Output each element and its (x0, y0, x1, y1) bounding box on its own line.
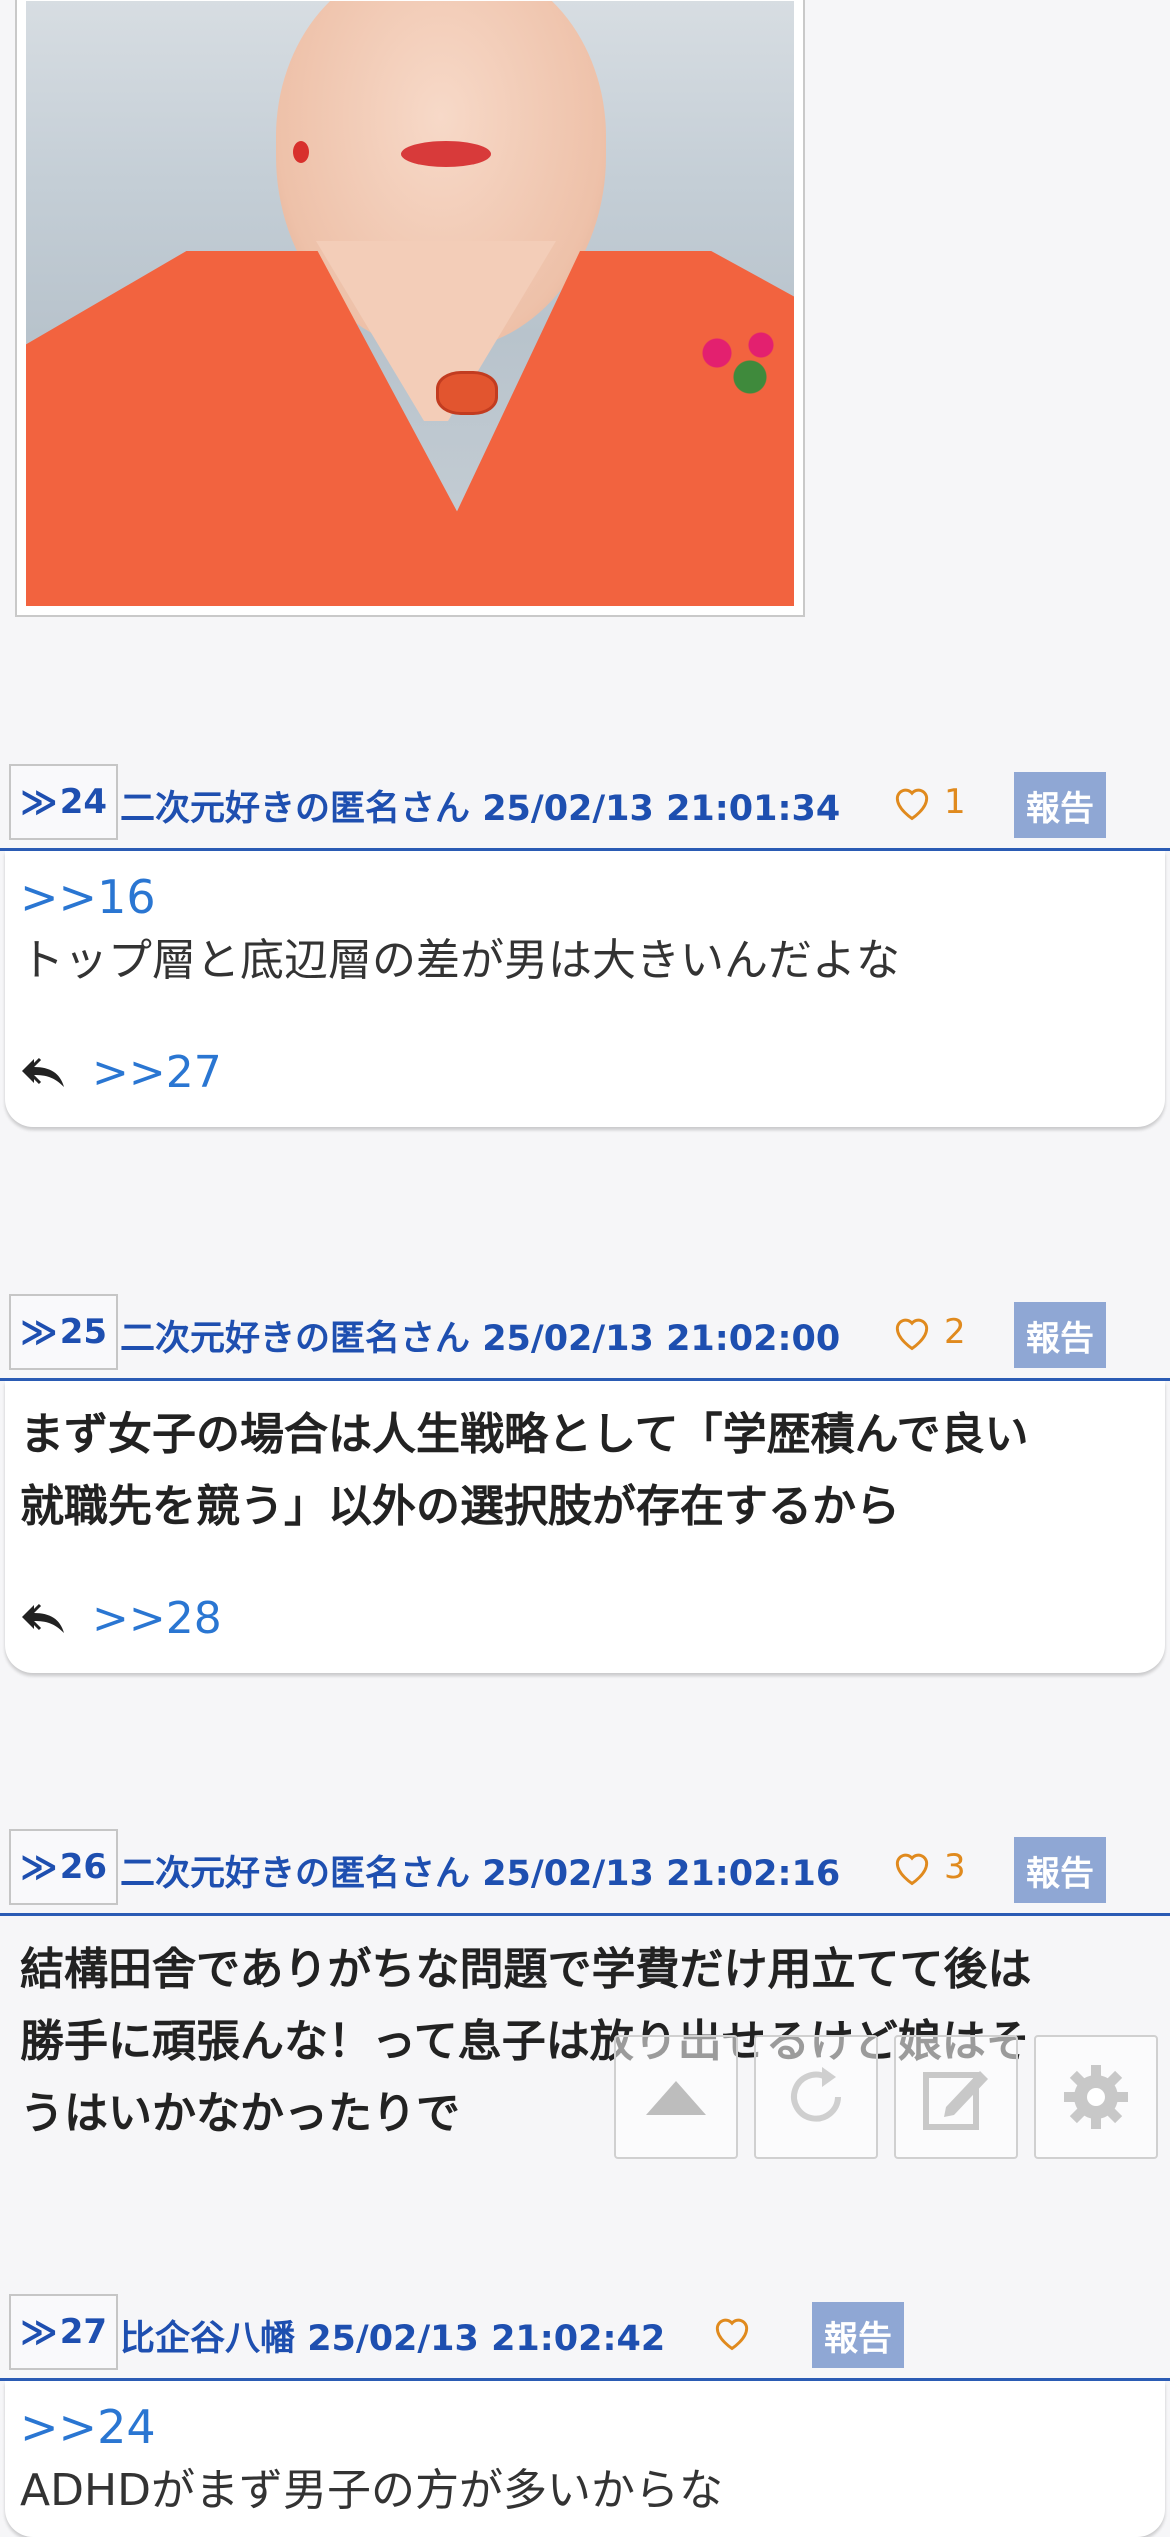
post-24: ≫ 24 二次元好きの匿名さん 25/02/13 21:01:34 1 報告 >… (0, 760, 1170, 1127)
post-text: ADHDがまず男子の方が多いからな (20, 2465, 723, 2516)
edit-icon (923, 2071, 988, 2130)
author-name: 二次元好きの匿名さん (120, 789, 471, 829)
post-timestamp: 25/02/13 21:01:34 (482, 789, 841, 829)
heart-icon (715, 2318, 749, 2351)
author-name: 比企谷八幡 (120, 2319, 296, 2359)
photo-flowers (684, 321, 794, 401)
like-button[interactable]: 3 (890, 1845, 966, 1889)
post-timestamp: 25/02/13 21:02:16 (482, 1854, 841, 1894)
post-author: 比企谷八幡 25/02/13 21:02:42 (120, 2310, 665, 2361)
post-author: 二次元好きの匿名さん 25/02/13 21:01:34 (120, 780, 840, 831)
post-text: トップ層と底辺層の差が男は大きいんだよな (20, 935, 900, 986)
gear-icon (1064, 2065, 1128, 2129)
heart-icon (895, 788, 929, 821)
post-header: ≫ 26 二次元好きの匿名さん 25/02/13 21:02:16 3 報告 (0, 1825, 1170, 1916)
report-button[interactable]: 報告 (1014, 1837, 1106, 1903)
heart-icon (895, 1853, 929, 1886)
post-timestamp: 25/02/13 21:02:42 (307, 2319, 666, 2359)
refresh-icon (791, 2067, 841, 2122)
post-body: >>16 トップ層と底辺層の差が男は大きいんだよな >>27 (5, 851, 1165, 1127)
post-number[interactable]: ≫ 26 (9, 1829, 119, 1905)
replies-row: >>27 (20, 1027, 1150, 1117)
report-button[interactable]: 報告 (1014, 772, 1106, 838)
reply-link[interactable]: >>27 (92, 1047, 222, 1098)
heart-icon (895, 1318, 929, 1351)
triangle-up-icon (646, 2081, 706, 2115)
refresh-button[interactable] (754, 2035, 878, 2159)
post-number-value: 27 (59, 2312, 108, 2352)
photo-earring (293, 141, 309, 163)
post-marker: ≫ (20, 1311, 58, 1353)
scroll-top-button[interactable] (614, 2035, 738, 2159)
post-author: 二次元好きの匿名さん 25/02/13 21:02:16 (120, 1845, 840, 1896)
like-button[interactable]: 2 (890, 1310, 966, 1354)
author-name: 二次元好きの匿名さん (120, 1319, 471, 1359)
reply-anchor[interactable]: >>16 (20, 869, 1150, 925)
post-text-line: 結構田舎でありがちな問題で学費だけ用立てて後は (20, 1944, 1032, 1995)
post-25: ≫ 25 二次元好きの匿名さん 25/02/13 21:02:00 2 報告 ま… (0, 1290, 1170, 1673)
post-header: ≫ 24 二次元好きの匿名さん 25/02/13 21:01:34 1 報告 (0, 760, 1170, 851)
post-number[interactable]: ≫ 25 (9, 1294, 119, 1370)
like-count: 2 (944, 1312, 966, 1352)
floating-toolbar (614, 2035, 1158, 2159)
reply-link[interactable]: >>28 (92, 1593, 222, 1644)
post-number-value: 25 (59, 1312, 108, 1352)
photo-brooch (436, 371, 498, 415)
post-number[interactable]: ≫ 27 (9, 2294, 119, 2370)
reply-all-icon (22, 1603, 64, 1633)
post-27: ≫ 27 比企谷八幡 25/02/13 21:02:42 報告 >>24 ADH… (0, 2290, 1170, 2537)
author-name: 二次元好きの匿名さん (120, 1854, 471, 1894)
photo-content (26, 1, 794, 606)
post-marker: ≫ (20, 2311, 58, 2353)
post-number-value: 24 (59, 782, 108, 822)
like-count: 1 (944, 782, 966, 822)
post-body: まず女子の場合は人生戦略として「学歴積んで良い 就職先を競う」以外の選択肢が存在… (5, 1381, 1165, 1673)
post-number-value: 26 (59, 1847, 108, 1887)
report-button[interactable]: 報告 (812, 2302, 904, 2368)
post-image[interactable] (15, 0, 805, 617)
report-button[interactable]: 報告 (1014, 1302, 1106, 1368)
settings-button[interactable] (1034, 2035, 1158, 2159)
post-marker: ≫ (20, 1846, 58, 1888)
post-text-line: まず女子の場合は人生戦略として「学歴積んで良い (20, 1409, 1029, 1460)
reply-anchor[interactable]: >>24 (20, 2399, 1150, 2455)
post-author: 二次元好きの匿名さん 25/02/13 21:02:00 (120, 1310, 840, 1361)
like-count: 3 (944, 1847, 966, 1887)
reply-all-icon (22, 1057, 64, 1087)
post-text-line: 就職先を競う」以外の選択肢が存在するから (20, 1481, 900, 1532)
post-number[interactable]: ≫ 24 (9, 764, 119, 840)
replies-row: >>28 (20, 1573, 1150, 1663)
post-header: ≫ 25 二次元好きの匿名さん 25/02/13 21:02:00 2 報告 (0, 1290, 1170, 1381)
photo-lips (401, 141, 491, 167)
compose-button[interactable] (894, 2035, 1018, 2159)
like-button[interactable] (710, 2310, 764, 2354)
post-marker: ≫ (20, 781, 58, 823)
post-header: ≫ 27 比企谷八幡 25/02/13 21:02:42 報告 (0, 2290, 1170, 2381)
post-timestamp: 25/02/13 21:02:00 (482, 1319, 841, 1359)
like-button[interactable]: 1 (890, 780, 966, 824)
post-body: >>24 ADHDがまず男子の方が多いからな (5, 2381, 1165, 2537)
